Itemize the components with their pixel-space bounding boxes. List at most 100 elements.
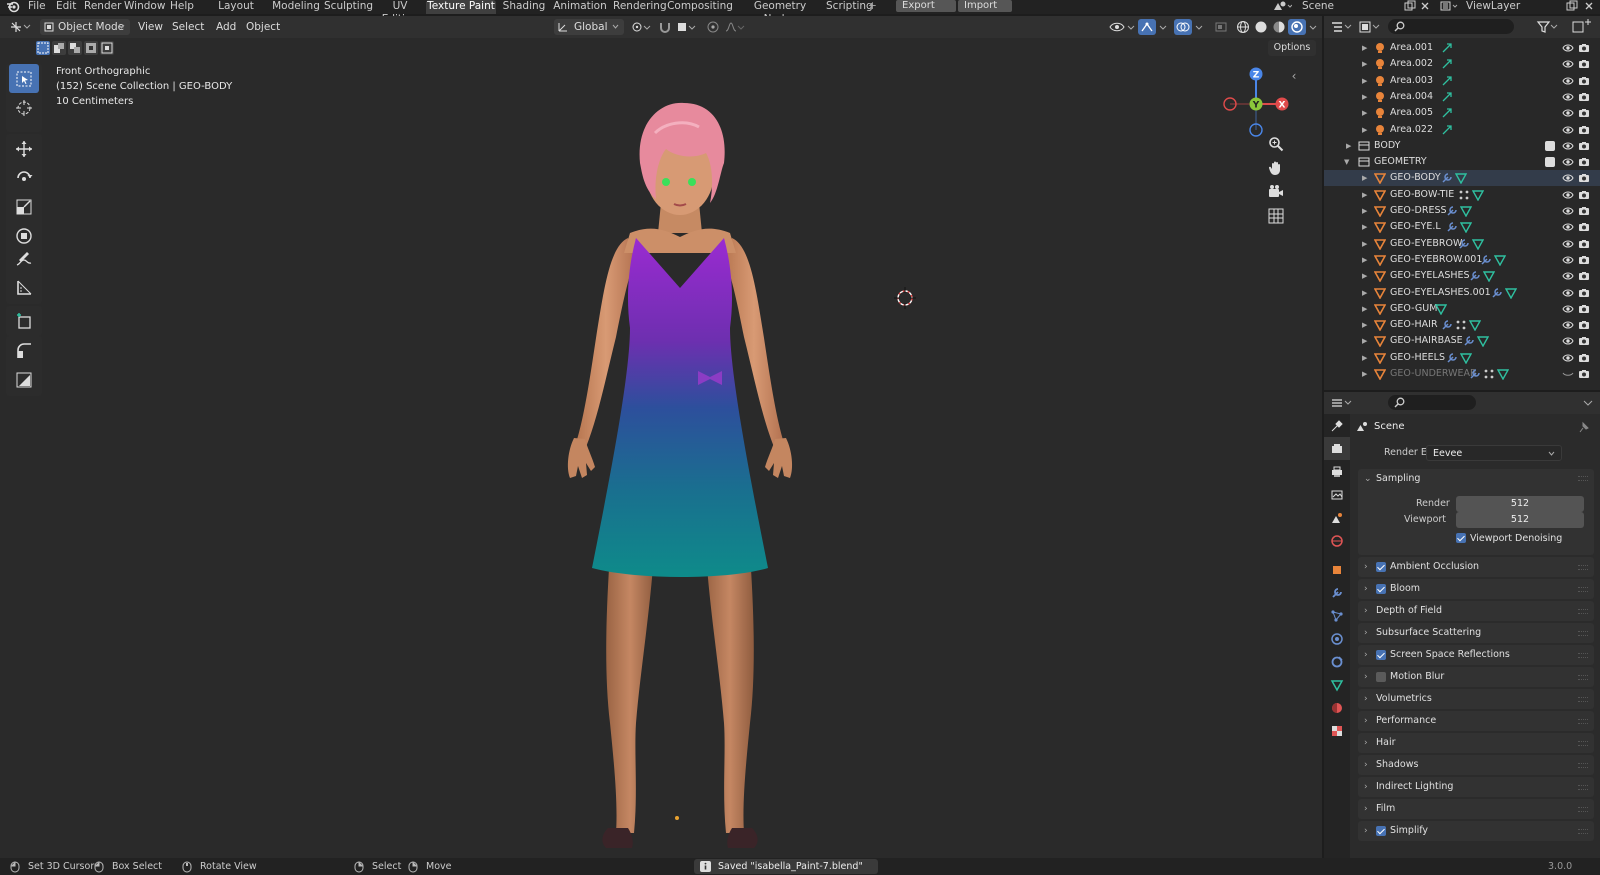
particles-icon[interactable] xyxy=(1458,189,1470,201)
camera-render-icon[interactable] xyxy=(1578,75,1590,87)
workspace-tab-animation[interactable]: Animation xyxy=(550,0,610,14)
modifier-wrench-icon[interactable] xyxy=(1441,319,1453,331)
panel-enable-checkbox[interactable] xyxy=(1376,826,1386,836)
gizmo-dropdown-icon[interactable] xyxy=(1158,19,1168,35)
properties-editor-type-icon[interactable] xyxy=(1330,395,1354,411)
shading-material-icon[interactable] xyxy=(1272,19,1286,35)
mesh-data-icon[interactable] xyxy=(1435,303,1448,315)
modifier-wrench-icon[interactable] xyxy=(1446,221,1458,233)
snap-icon[interactable] xyxy=(658,19,672,35)
particles-tab-icon[interactable] xyxy=(1324,604,1350,627)
mesh-data-icon[interactable] xyxy=(1505,287,1518,299)
data-tab-icon[interactable] xyxy=(1324,673,1350,696)
expand-closed-icon[interactable]: ▶ xyxy=(1362,350,1367,366)
eye-icon[interactable] xyxy=(1562,75,1574,87)
mesh-data-icon[interactable] xyxy=(1468,319,1481,332)
shading-rendered-icon[interactable] xyxy=(1288,19,1306,35)
overlays-dropdown-icon[interactable] xyxy=(1194,19,1204,35)
editor-type-icon[interactable] xyxy=(8,19,32,35)
expand-closed-icon[interactable]: ▶ xyxy=(1362,252,1367,268)
display-mode-icon[interactable] xyxy=(1358,19,1382,35)
scene-icon[interactable] xyxy=(1272,0,1292,14)
view-layer-icon[interactable] xyxy=(1440,0,1460,14)
drag-handle-icon[interactable] xyxy=(1578,476,1588,481)
camera-render-icon[interactable] xyxy=(1578,124,1590,136)
gizmo-toggle-icon[interactable] xyxy=(1138,19,1156,35)
eye-closed-icon[interactable] xyxy=(1562,368,1574,380)
measure-tool[interactable] xyxy=(9,273,39,302)
outliner-row-geo-underwear[interactable]: ▶ GEO-UNDERWEAR xyxy=(1324,366,1600,382)
3d-cursor-tool[interactable] xyxy=(9,93,39,122)
light-data-icon[interactable] xyxy=(1441,124,1453,136)
render-engine-dropdown[interactable]: Eevee xyxy=(1426,445,1562,461)
viewport-denoising-checkbox[interactable] xyxy=(1456,533,1466,543)
viewport-samples-field[interactable]: 512 xyxy=(1456,512,1584,528)
blender-logo-icon[interactable] xyxy=(6,1,20,15)
mesh-data-icon[interactable] xyxy=(1482,270,1495,283)
modifier-wrench-icon[interactable] xyxy=(1469,368,1481,380)
outliner-row-area-003[interactable]: ▶ Area.003 xyxy=(1324,73,1600,89)
camera-render-icon[interactable] xyxy=(1578,368,1590,380)
panel-enable-checkbox[interactable] xyxy=(1376,650,1386,660)
camera-render-icon[interactable] xyxy=(1578,140,1590,152)
output-tab-icon[interactable] xyxy=(1324,460,1350,483)
camera-render-icon[interactable] xyxy=(1578,91,1590,103)
outliner-row-area-001[interactable]: ▶ Area.001 xyxy=(1324,40,1600,56)
viewport-menu-object[interactable]: Object xyxy=(246,19,280,35)
xray-toggle-icon[interactable] xyxy=(1214,19,1228,35)
eye-icon[interactable] xyxy=(1562,205,1574,217)
workspace-tab-layout[interactable]: Layout xyxy=(212,0,260,14)
sidebar-toggle-icon[interactable]: ‹ xyxy=(1284,66,1304,86)
bevel-tool[interactable] xyxy=(9,365,39,394)
properties-options-icon[interactable] xyxy=(1582,395,1594,411)
expand-closed-icon[interactable]: ▶ xyxy=(1362,268,1367,284)
overlays-toggle-icon[interactable] xyxy=(1174,19,1192,35)
mesh-data-icon[interactable] xyxy=(1477,335,1490,348)
drag-handle-icon[interactable] xyxy=(1578,829,1588,834)
scale-tool[interactable] xyxy=(9,192,39,221)
mesh-data-icon[interactable] xyxy=(1471,189,1484,201)
filter-icon[interactable] xyxy=(1536,19,1560,35)
transform-orientation-dropdown[interactable]: Global xyxy=(554,19,624,35)
camera-render-icon[interactable] xyxy=(1578,335,1590,347)
outliner-row-area-022[interactable]: ▶ Area.022 xyxy=(1324,122,1600,138)
menu-help[interactable]: Help xyxy=(170,0,194,14)
panel-enable-checkbox[interactable] xyxy=(1376,562,1386,572)
panel-simplify[interactable]: › Simplify xyxy=(1358,821,1594,841)
drag-handle-icon[interactable] xyxy=(1578,587,1588,592)
light-data-icon[interactable] xyxy=(1441,107,1453,119)
outliner-search-input[interactable] xyxy=(1388,19,1514,34)
drag-handle-icon[interactable] xyxy=(1578,785,1588,790)
outliner-editor-type-icon[interactable] xyxy=(1330,19,1354,35)
camera-render-icon[interactable] xyxy=(1578,42,1590,54)
eye-icon[interactable] xyxy=(1562,270,1574,282)
viewport-menu-add[interactable]: Add xyxy=(216,19,236,35)
modifier-wrench-icon[interactable] xyxy=(1463,335,1475,347)
eye-icon[interactable] xyxy=(1562,221,1574,233)
workspace-tab-rendering[interactable]: Rendering xyxy=(613,0,667,14)
eye-icon[interactable] xyxy=(1562,42,1574,54)
eye-icon[interactable] xyxy=(1562,254,1574,266)
menu-file[interactable]: File xyxy=(28,0,46,14)
properties-search-input[interactable] xyxy=(1388,395,1476,410)
expand-closed-icon[interactable]: ▶ xyxy=(1362,73,1367,89)
outliner-row-geo-dress[interactable]: ▶ GEO-DRESS xyxy=(1324,203,1600,219)
camera-render-icon[interactable] xyxy=(1578,352,1590,364)
mesh-data-icon[interactable] xyxy=(1460,205,1473,217)
pivot-point-icon[interactable] xyxy=(630,19,652,35)
expand-closed-icon[interactable]: ▶ xyxy=(1362,89,1367,105)
expand-closed-icon[interactable]: ▶ xyxy=(1362,219,1367,235)
outliner-row-geo-eyebrow-001[interactable]: ▶ GEO-EYEBROW.001 xyxy=(1324,252,1600,268)
outliner-row-area-002[interactable]: ▶ Area.002 xyxy=(1324,56,1600,72)
mesh-data-icon[interactable] xyxy=(1460,221,1473,234)
menu-window[interactable]: Window xyxy=(124,0,165,14)
scene-close-icon[interactable] xyxy=(1420,0,1430,14)
camera-render-icon[interactable] xyxy=(1578,270,1590,282)
viewport-menu-select[interactable]: Select xyxy=(172,19,204,35)
panel-enable-checkbox[interactable] xyxy=(1376,584,1386,594)
eye-icon[interactable] xyxy=(1562,140,1574,152)
view-layer-close-icon[interactable] xyxy=(1584,0,1594,14)
expand-closed-icon[interactable]: ▶ xyxy=(1346,138,1351,154)
outliner-row-geo-hair[interactable]: ▶ GEO-HAIR xyxy=(1324,317,1600,333)
mesh-data-icon[interactable] xyxy=(1454,172,1467,185)
